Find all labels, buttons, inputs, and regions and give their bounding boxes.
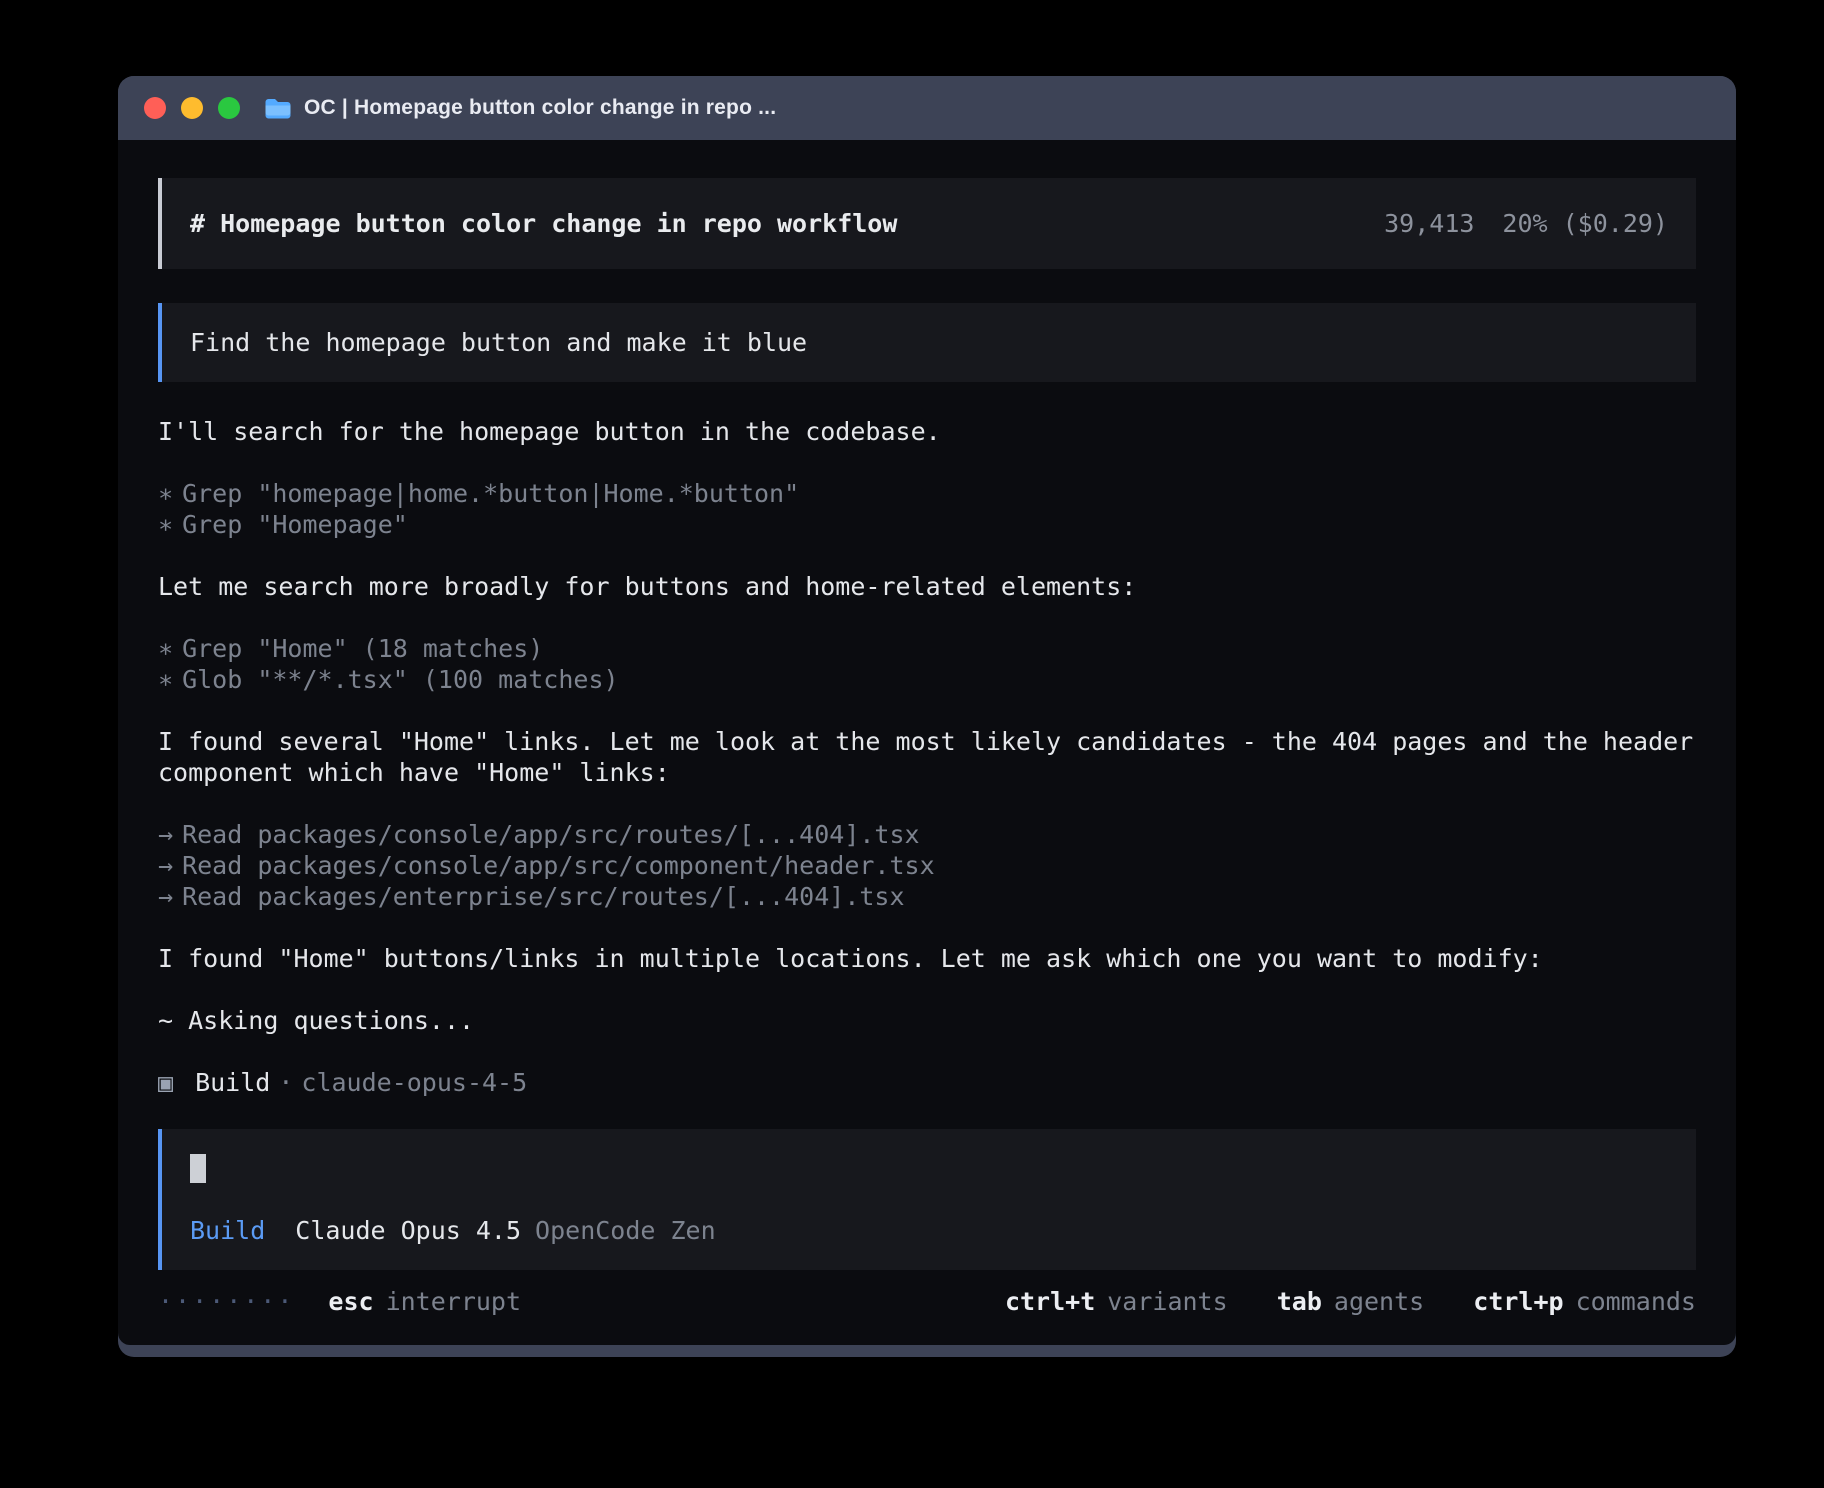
esc-key: esc xyxy=(328,1287,373,1316)
ctrl-p-key: ctrl+p xyxy=(1473,1287,1563,1316)
tool-call: ∗ Grep "Homepage" xyxy=(158,509,1696,540)
tool-bullet-icon: ∗ xyxy=(158,510,173,539)
traffic-lights xyxy=(144,97,240,119)
terminal-window: OC | Homepage button color change in rep… xyxy=(118,76,1736,1357)
agents-hint: tab agents xyxy=(1277,1287,1424,1316)
assistant-paragraph: I found "Home" buttons/links in multiple… xyxy=(158,943,1696,974)
user-message-text: Find the homepage button and make it blu… xyxy=(190,328,807,357)
mode-row: Build Claude Opus 4.5 OpenCode Zen xyxy=(190,1215,1668,1246)
tool-call: → Read packages/console/app/src/routes/[.… xyxy=(158,819,1696,850)
input-line xyxy=(190,1153,1668,1184)
assistant-paragraph: Let me search more broadly for buttons a… xyxy=(158,571,1696,602)
agents-label: agents xyxy=(1334,1287,1424,1316)
assistant-paragraph: I'll search for the homepage button in t… xyxy=(158,416,1696,447)
tool-call-group: → Read packages/console/app/src/routes/[.… xyxy=(158,819,1696,912)
tool-call: → Read packages/console/app/src/component… xyxy=(158,850,1696,881)
arrow-right-icon: → xyxy=(158,851,173,880)
interrupt-label: interrupt xyxy=(386,1287,521,1316)
variants-hint: ctrl+t variants xyxy=(1005,1287,1228,1316)
mode-badge: Build xyxy=(190,1216,265,1245)
tool-call: ∗ Grep "homepage|home.*button|Home.*butto… xyxy=(158,478,1696,509)
tool-call-text: Grep "homepage|home.*button|Home.*button… xyxy=(182,479,799,508)
tool-bullet-icon: ∗ xyxy=(158,634,173,663)
user-message: Find the homepage button and make it blu… xyxy=(158,303,1696,382)
tool-call-text: Grep "Homepage" xyxy=(182,510,408,539)
tool-call-text: Read packages/enterprise/src/routes/[...… xyxy=(182,882,904,911)
assistant-paragraph: I found several "Home" links. Let me loo… xyxy=(158,726,1696,788)
input-spacer xyxy=(190,1184,1668,1215)
folder-icon xyxy=(264,97,292,119)
tool-call-text: Glob "**/*.tsx" (100 matches) xyxy=(182,665,619,694)
provider-name: OpenCode Zen xyxy=(535,1216,716,1245)
terminal-content: # Homepage button color change in repo w… xyxy=(118,140,1736,1345)
commands-hint: ctrl+p commands xyxy=(1473,1287,1696,1316)
tab-key: tab xyxy=(1277,1287,1322,1316)
tool-bullet-icon: ∗ xyxy=(158,479,173,508)
window-title: OC | Homepage button color change in rep… xyxy=(304,96,776,120)
status-bar-right: ctrl+t variants tab agents ctrl+p commands xyxy=(971,1286,1696,1317)
tool-call-group: ∗ Grep "Home" (18 matches) ∗ Glob "**/*.ts… xyxy=(158,633,1696,695)
text-cursor xyxy=(190,1154,206,1183)
dot-separator: · xyxy=(278,1068,293,1097)
session-header: # Homepage button color change in repo w… xyxy=(158,178,1696,269)
agent-status: ▣ Build · claude-opus-4-5 xyxy=(158,1067,1696,1098)
agent-name: Build xyxy=(195,1068,270,1097)
tool-call-text: Grep "Home" (18 matches) xyxy=(182,634,543,663)
variants-label: variants xyxy=(1107,1287,1227,1316)
title-bar[interactable]: OC | Homepage button color change in rep… xyxy=(118,76,1736,140)
tool-bullet-icon: ∗ xyxy=(158,665,173,694)
minimize-button[interactable] xyxy=(181,97,203,119)
tool-call-text: Read packages/console/app/src/component/… xyxy=(182,851,935,880)
close-button[interactable] xyxy=(144,97,166,119)
tool-call: ∗ Grep "Home" (18 matches) xyxy=(158,633,1696,664)
tool-call-text: Read packages/console/app/src/routes/[..… xyxy=(182,820,920,849)
prompt-input[interactable]: Build Claude Opus 4.5 OpenCode Zen xyxy=(158,1129,1696,1270)
tool-call: ∗ Glob "**/*.tsx" (100 matches) xyxy=(158,664,1696,695)
context-cost: 20% ($0.29) xyxy=(1502,209,1668,238)
session-title: # Homepage button color change in repo w… xyxy=(190,208,897,239)
spinner-dots-icon: ········ xyxy=(158,1286,294,1317)
commands-label: commands xyxy=(1576,1287,1696,1316)
arrow-right-icon: → xyxy=(158,820,173,849)
zoom-button[interactable] xyxy=(218,97,240,119)
token-count: 39,413 xyxy=(1384,209,1474,238)
working-status: ~ Asking questions... xyxy=(158,1005,1696,1036)
agent-model: claude-opus-4-5 xyxy=(301,1068,527,1097)
agent-square-icon: ▣ xyxy=(158,1068,173,1097)
tool-call-group: ∗ Grep "homepage|home.*button|Home.*butto… xyxy=(158,478,1696,540)
arrow-right-icon: → xyxy=(158,882,173,911)
ctrl-t-key: ctrl+t xyxy=(1005,1287,1095,1316)
session-stats: 39,413 20% ($0.29) xyxy=(1384,208,1668,239)
tool-call: → Read packages/enterprise/src/routes/[..… xyxy=(158,881,1696,912)
assistant-response: I'll search for the homepage button in t… xyxy=(158,416,1696,1098)
status-bar-left: ········ esc interrupt xyxy=(158,1286,521,1317)
model-name: Claude Opus 4.5 xyxy=(295,1216,521,1245)
status-bar: ········ esc interrupt ctrl+t variants tab… xyxy=(158,1286,1696,1317)
interrupt-hint: esc interrupt xyxy=(328,1286,521,1317)
